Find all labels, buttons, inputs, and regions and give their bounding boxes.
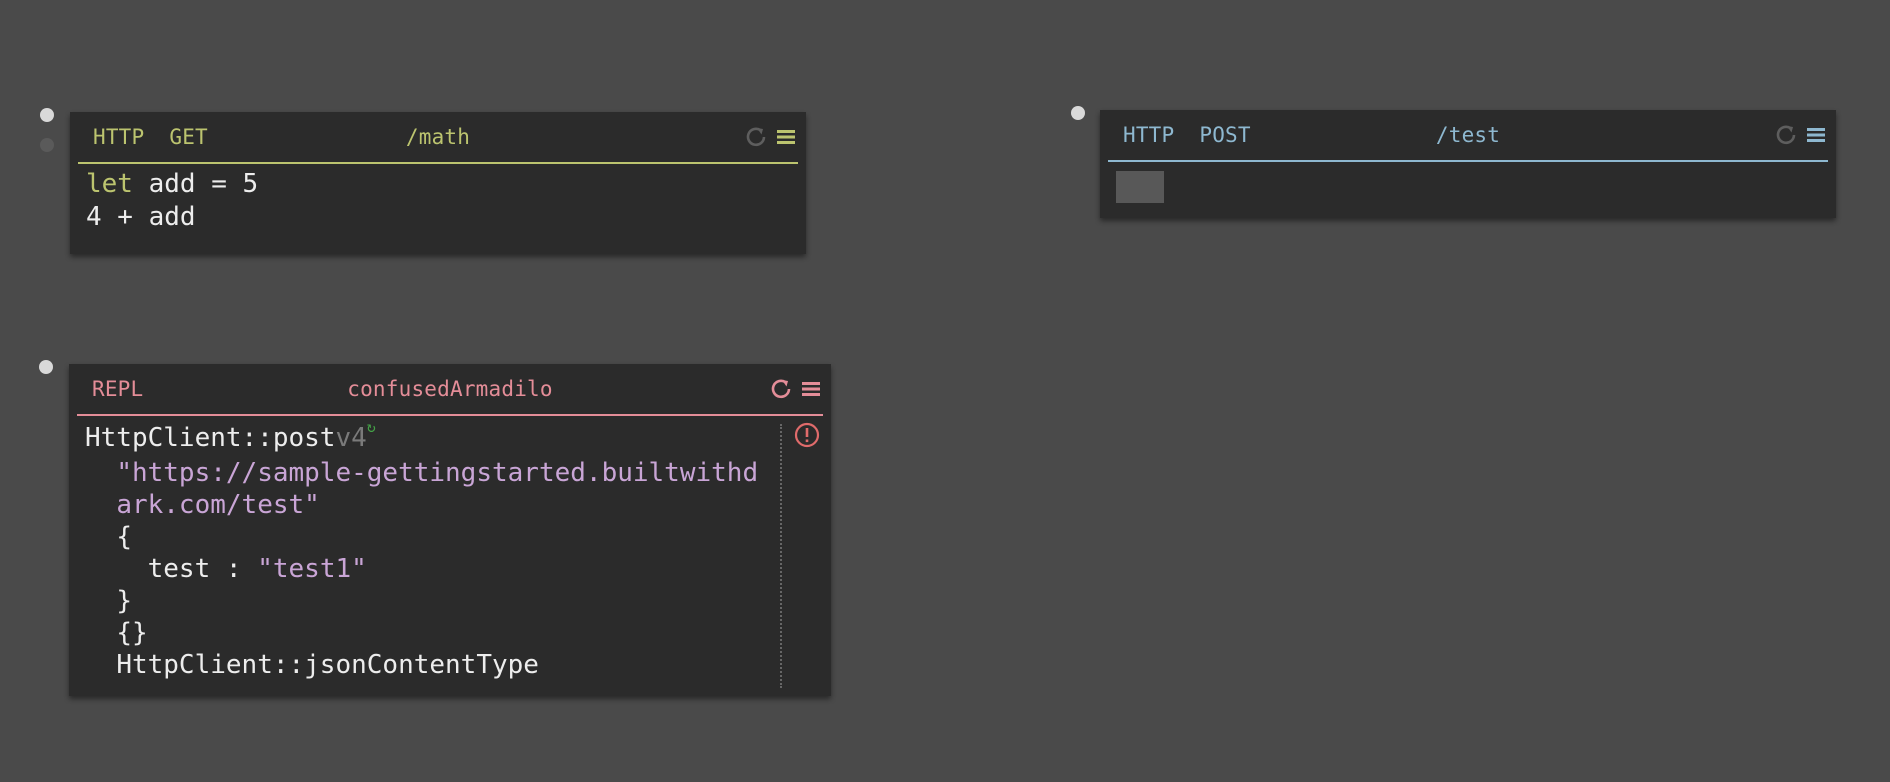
drag-handle[interactable] <box>1071 106 1085 120</box>
menu-icon[interactable] <box>774 125 798 149</box>
version-refresh-icon[interactable]: ↻ <box>367 418 376 436</box>
refresh-icon[interactable] <box>1774 123 1798 147</box>
record-field: test : <box>147 554 258 584</box>
code-text: 4 + add <box>86 202 196 232</box>
code-editor[interactable]: HttpClient::postv4↻ "https://sample-gett… <box>85 418 759 681</box>
repl-name[interactable]: confusedArmadilo <box>77 377 823 401</box>
function-name: HttpClient::jsonContentType <box>116 650 539 680</box>
code-text: add = 5 <box>132 169 259 199</box>
repl-handler[interactable]: confusedArmadilo REPL HttpClient::postv4… <box>69 364 831 696</box>
function-version: v4 <box>335 423 367 453</box>
http-post-handler[interactable]: /test HTTP POST <box>1100 110 1836 218</box>
empty-expression-placeholder[interactable] <box>1116 171 1164 203</box>
header-underline <box>1108 160 1828 162</box>
string-literal: "test1" <box>257 554 367 584</box>
string-literal: ark.com/test" <box>116 490 320 520</box>
error-icon[interactable] <box>794 422 820 448</box>
drag-handle-secondary[interactable] <box>40 138 54 152</box>
handler-header: confusedArmadilo REPL <box>77 364 823 414</box>
refresh-icon[interactable] <box>769 377 793 401</box>
header-underline <box>77 414 823 416</box>
record-open: { <box>116 522 132 552</box>
result-divider <box>780 424 782 688</box>
empty-record: {} <box>116 618 148 648</box>
menu-icon[interactable] <box>799 377 823 401</box>
header-underline <box>78 162 798 164</box>
drag-handle[interactable] <box>40 108 54 122</box>
code-editor[interactable]: let add = 5 4 + add <box>86 168 258 234</box>
http-get-handler[interactable]: /math HTTP GET let add = 5 4 + add <box>70 112 806 254</box>
refresh-icon[interactable] <box>744 125 768 149</box>
menu-icon[interactable] <box>1804 123 1828 147</box>
canvas[interactable]: /math HTTP GET let add = 5 4 + add /test… <box>0 0 1890 782</box>
handler-header: /test HTTP POST <box>1108 110 1828 160</box>
route-name[interactable]: /math <box>78 125 798 149</box>
record-close: } <box>116 586 132 616</box>
handler-header: /math HTTP GET <box>78 112 798 162</box>
drag-handle[interactable] <box>39 360 53 374</box>
string-literal: "https://sample-gettingstarted.builtwith… <box>116 458 759 488</box>
keyword: let <box>86 169 133 199</box>
function-name: HttpClient::post <box>85 423 336 453</box>
route-name[interactable]: /test <box>1108 123 1828 147</box>
